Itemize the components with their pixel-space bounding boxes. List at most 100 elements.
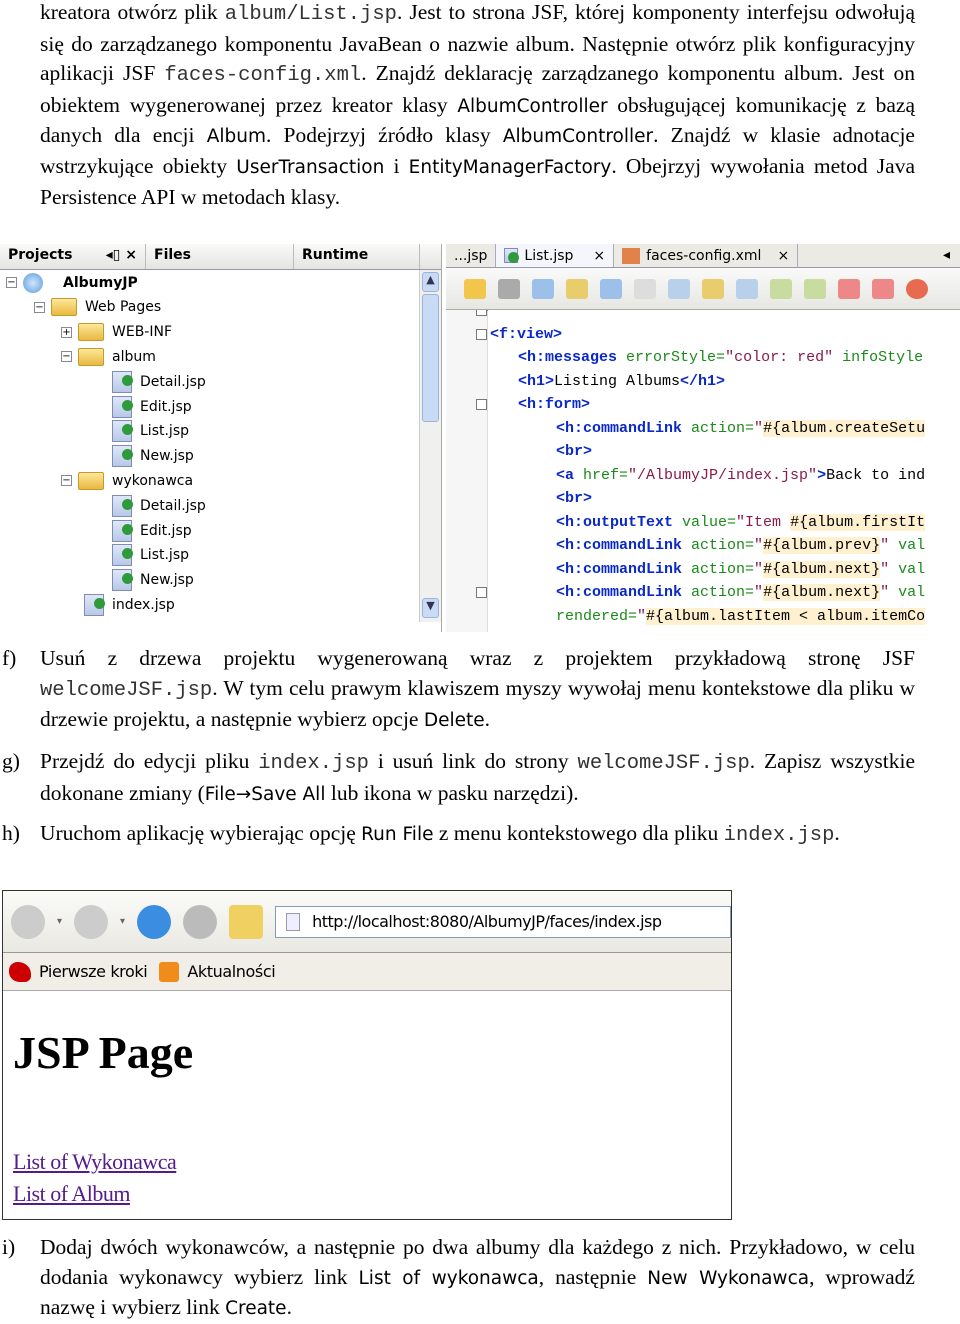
tree-item[interactable]: List.jsp — [112, 419, 189, 444]
code-term: index.jsp — [258, 752, 369, 775]
code-line: <br> — [556, 488, 592, 510]
bookmark-next-icon[interactable] — [702, 278, 724, 299]
comment-icon[interactable] — [838, 278, 860, 299]
code-editor[interactable]: > <f:view> <h:messages errorStyle="color: … — [446, 310, 960, 632]
stop-icon[interactable] — [183, 904, 218, 939]
browser-screenshot: ▾ ▾ http://localhost:8080/AlbumyJP/faces… — [2, 890, 732, 1220]
tree-item[interactable]: − Web Pages — [34, 295, 161, 320]
tree-item[interactable]: − AlbumyJP — [6, 270, 138, 295]
code-token: <br> — [556, 490, 593, 507]
editor-tab-list-jsp[interactable]: List.jsp × — [496, 244, 615, 267]
editor-toolbar — [446, 268, 960, 310]
tree-item[interactable]: Detail.jsp — [112, 493, 206, 518]
tree-item[interactable]: Edit.jsp — [112, 394, 192, 419]
find-previous-icon[interactable] — [532, 278, 554, 299]
forward-icon[interactable] — [74, 904, 109, 939]
editor-tab-jsp[interactable]: ...jsp — [446, 244, 497, 267]
editor-tab-faces-config[interactable]: faces-config.xml × — [614, 244, 799, 267]
tree-item[interactable]: Detail.jsp — [112, 369, 206, 394]
code-token: <h:outputText — [556, 513, 674, 531]
collapse-icon[interactable]: − — [61, 475, 72, 487]
fold-icon[interactable] — [476, 399, 487, 410]
reload-icon[interactable] — [137, 904, 172, 939]
tree-item[interactable]: + WEB-INF — [61, 320, 172, 345]
code-token: val — [889, 584, 926, 601]
close-icon[interactable]: × — [593, 248, 605, 264]
home-icon[interactable] — [229, 904, 264, 939]
bookmark-aktualnosci[interactable]: Aktualności — [187, 962, 275, 981]
code-line: <f:view> — [490, 324, 562, 346]
address-bar[interactable]: http://localhost:8080/AlbumyJP/faces/ind… — [275, 905, 731, 938]
fold-icon[interactable] — [476, 328, 487, 340]
ui-term: Album — [206, 126, 266, 148]
scroll-up-icon[interactable]: ▲ — [422, 272, 439, 292]
tree-item-label: album — [112, 348, 156, 365]
code-term: album/List.jsp — [224, 3, 397, 26]
fold-icon[interactable] — [476, 310, 487, 316]
code-line: <h:commandLink action="#{album.createSet… — [556, 418, 926, 440]
bookmark-previous-icon[interactable] — [668, 278, 690, 299]
shift-right-icon[interactable] — [804, 278, 826, 299]
fold-icon[interactable] — [476, 587, 487, 598]
code-line: <h1>Listing Albums</h1> — [518, 371, 725, 393]
tree-item-label: List.jsp — [140, 547, 189, 564]
editor-panel: ...jsp List.jsp× faces-config.xml× ◂ > <f… — [446, 244, 960, 632]
bookmark-pierwsze-kroki[interactable]: Pierwsze kroki — [39, 962, 148, 981]
close-icon[interactable]: × — [777, 248, 789, 264]
back-icon[interactable] — [11, 904, 45, 939]
scroll-thumb[interactable] — [422, 294, 439, 422]
page-heading: JSP Page — [13, 1027, 194, 1078]
find-next-icon[interactable] — [600, 278, 622, 299]
tree-item-label: Edit.jsp — [140, 398, 192, 415]
search-icon[interactable] — [566, 278, 588, 299]
code-token: #{album.prev} — [763, 537, 881, 554]
code-token: "Item — [736, 513, 791, 531]
folder-icon — [78, 471, 104, 490]
code-line: <h:commandLink action="#{album.prev}" va… — [556, 535, 925, 557]
code-token: <h1> — [518, 372, 555, 390]
tree-item[interactable]: − album — [61, 344, 156, 369]
tree-item[interactable]: New.jsp — [112, 568, 194, 593]
tree-item-label: New.jsp — [140, 572, 194, 589]
projects-panel: Projects ◂▯ × Files Runtime − AlbumyJP − Web… — [0, 244, 442, 632]
scroll-down-icon[interactable]: ▼ — [422, 598, 439, 618]
link-list-of-wykonawca[interactable]: List of Wykonawca — [13, 1149, 177, 1175]
collapse-icon[interactable]: − — [6, 277, 17, 288]
step-h: h) Uruchom aplikację wybierając opcję Run… — [2, 819, 915, 851]
code-token: <a — [556, 466, 575, 484]
step-f: f) Usuń z drzewa projektu wygenerowaną wr… — [2, 644, 915, 736]
toggle-bookmark-icon[interactable] — [736, 278, 758, 299]
tree-scrollbar[interactable]: ▲ ▼ — [419, 270, 441, 622]
code-token: #{album.lastItem < album.itemCo — [646, 607, 926, 625]
tab-projects[interactable]: Projects ◂▯ × — [0, 244, 146, 269]
code-token: #{album.next} — [763, 584, 881, 601]
tree-item[interactable]: List.jsp — [112, 543, 189, 568]
tree-item[interactable]: − wykonawca — [61, 468, 193, 493]
forward-icon[interactable] — [498, 278, 520, 299]
code-token: action= — [682, 537, 755, 554]
browser-toolbar: ▾ ▾ http://localhost:8080/AlbumyJP/faces… — [3, 891, 731, 953]
tree-item[interactable]: New.jsp — [112, 444, 194, 469]
record-macro-icon[interactable] — [906, 278, 928, 299]
toggle-highlight-icon[interactable] — [634, 278, 656, 299]
code-token: "/AlbumyJP/index.jsp" — [628, 466, 818, 484]
code-token: href= — [574, 466, 629, 484]
netbeans-ide-screenshot: Projects ◂▯ × Files Runtime − AlbumyJP − Web… — [0, 244, 960, 632]
shift-left-icon[interactable] — [770, 278, 792, 299]
collapse-icon[interactable]: − — [34, 301, 45, 313]
code-line: <h:form> — [518, 394, 590, 416]
tree-item[interactable]: Edit.jsp — [112, 518, 192, 543]
back-icon[interactable] — [464, 278, 486, 299]
uncomment-icon[interactable] — [872, 278, 894, 299]
tab-files[interactable]: Files — [146, 244, 294, 269]
collapse-icon[interactable]: − — [61, 351, 72, 363]
tab-scroll-left-icon[interactable]: ◂ — [933, 244, 960, 267]
close-icon[interactable]: ◂▯ × — [106, 247, 137, 263]
ui-term: AlbumController — [457, 95, 608, 117]
link-list-of-album[interactable]: List of Album — [13, 1181, 130, 1207]
text-segment: Uruchom aplikację wybierając opcję — [40, 821, 362, 845]
expand-icon[interactable]: + — [61, 326, 72, 338]
code-token: " — [754, 419, 764, 437]
tab-runtime[interactable]: Runtime — [294, 244, 420, 269]
tree-item[interactable]: index.jsp — [84, 592, 175, 617]
